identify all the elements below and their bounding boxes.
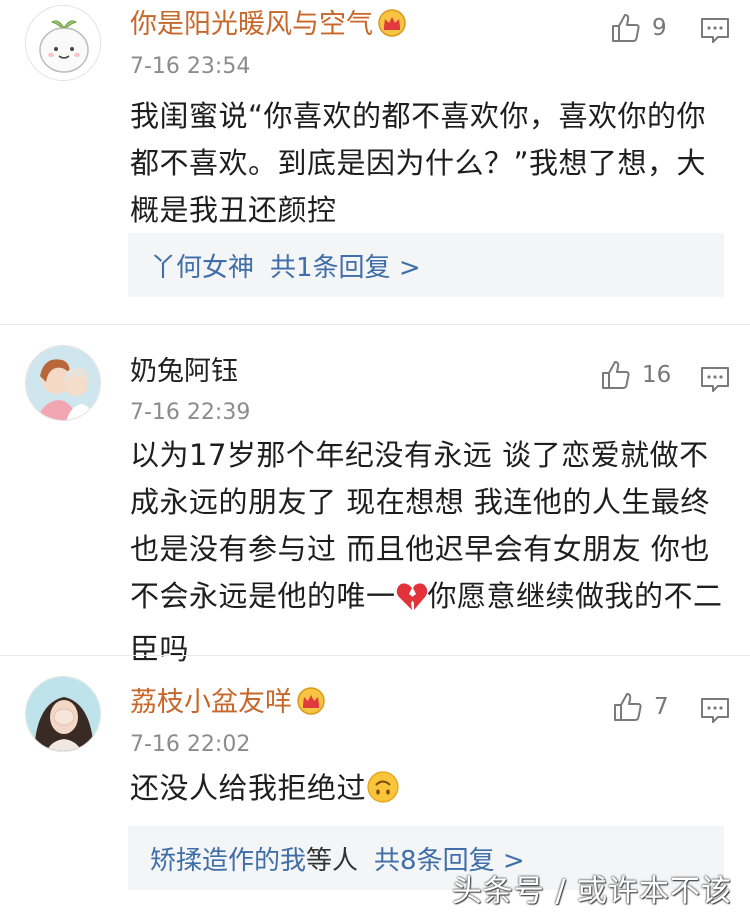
comment-item: 奶兔阿钰 7-16 22:39 16 以为17岁那个年纪没有永远 谈了恋爱就做不… xyxy=(0,324,750,666)
comment-text-part: 还没人给我拒绝过 xyxy=(130,771,367,805)
username[interactable]: 奶兔阿钰 xyxy=(130,354,238,390)
reply-summary[interactable]: 丫何女神 共1条回复 > xyxy=(128,233,724,297)
username-text[interactable]: 荔枝小盆友咩 xyxy=(130,687,292,718)
like-count: 9 xyxy=(652,15,667,41)
username-text[interactable]: 奶兔阿钰 xyxy=(130,356,238,387)
comment-bubble-icon xyxy=(701,367,729,392)
like-button[interactable]: 7 xyxy=(612,691,669,723)
comment-time: 7-16 22:39 xyxy=(130,400,251,425)
crown-badge-icon xyxy=(296,687,326,725)
reply-button[interactable] xyxy=(700,697,730,729)
reply-users-suffix: 等人 xyxy=(306,845,359,876)
comment-text: 以为17岁那个年纪没有永远 谈了恋爱就做不成永远的朋友了 现在想想 我连他的人生… xyxy=(130,432,730,673)
avatar[interactable] xyxy=(25,345,101,421)
thumbs-up-icon xyxy=(602,361,630,389)
reply-button[interactable] xyxy=(700,17,730,49)
username-text[interactable]: 你是阳光暖风与空气 xyxy=(130,9,373,40)
reply-users[interactable]: 丫何女神 xyxy=(150,247,254,284)
watermark: 头条号 / 或许本不该 xyxy=(451,874,732,909)
reply-count-link[interactable]: 共1条回复 > xyxy=(270,247,421,284)
broken-heart-icon xyxy=(396,579,428,626)
like-count: 16 xyxy=(642,362,672,388)
avatar[interactable] xyxy=(25,5,101,81)
comment-bubble-icon xyxy=(701,18,729,43)
comment-item: 你是阳光暖风与空气 7-16 23:54 9 我闺蜜说“你喜欢的都不喜欢你，喜欢… xyxy=(0,0,750,324)
like-button[interactable]: 16 xyxy=(600,359,671,391)
crown-badge-icon xyxy=(377,9,407,47)
thumbs-up-icon xyxy=(614,693,642,721)
like-button[interactable]: 9 xyxy=(610,12,667,44)
comment-text: 我闺蜜说“你喜欢的都不喜欢你，喜欢你的你都不喜欢。到底是因为什么？”我想了想，大… xyxy=(130,99,707,227)
comment-time: 7-16 22:02 xyxy=(130,732,251,757)
like-count: 7 xyxy=(654,694,669,720)
username[interactable]: 你是阳光暖风与空气 xyxy=(130,7,407,47)
reply-users[interactable]: 矫揉造作的我 xyxy=(150,840,306,877)
avatar[interactable] xyxy=(25,676,101,752)
comment-text: 还没人给我拒绝过 xyxy=(130,765,730,818)
upside-down-face-icon xyxy=(366,770,400,818)
username[interactable]: 荔枝小盆友咩 xyxy=(130,685,326,725)
comment-time: 7-16 23:54 xyxy=(130,54,251,79)
thumbs-up-icon xyxy=(612,14,640,42)
comment-bubble-icon xyxy=(701,698,729,723)
reply-button[interactable] xyxy=(700,366,730,398)
